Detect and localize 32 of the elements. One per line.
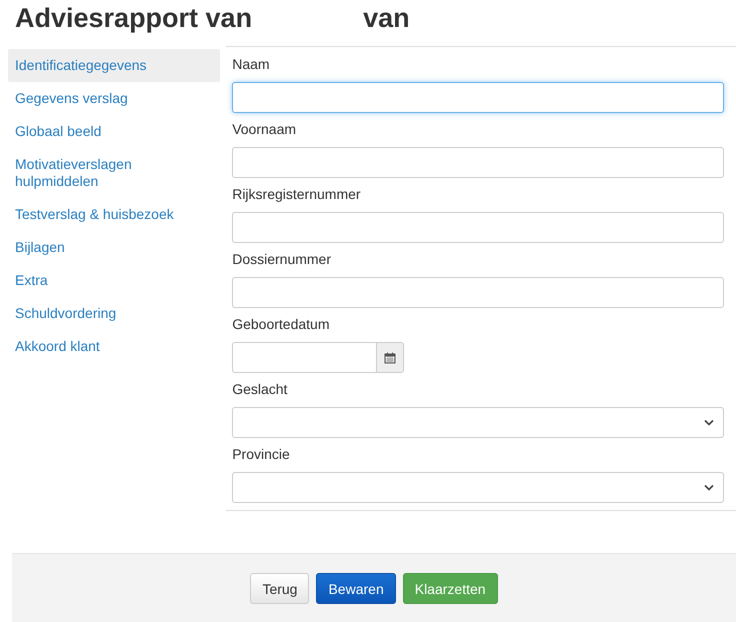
input-field[interactable] — [232, 277, 724, 308]
input-field[interactable] — [232, 147, 724, 178]
field-label: Geboortedatum — [232, 316, 330, 333]
date-field[interactable] — [232, 342, 378, 373]
chevron-down-icon — [704, 419, 714, 426]
sidebar-item[interactable]: Globaal beeld — [8, 115, 220, 148]
sidebar-item[interactable]: Schuldvordering — [8, 297, 220, 330]
action-button[interactable]: Bewaren — [316, 573, 396, 604]
action-button[interactable]: Klaarzetten — [402, 573, 498, 604]
input-field[interactable] — [232, 82, 724, 113]
sidebar-item[interactable]: Motivatieverslagen hulpmiddelen — [8, 148, 220, 198]
page-title: van — [363, 3, 410, 34]
sidebar-item[interactable]: Gegevens verslag — [8, 82, 220, 115]
field-label: Provincie — [232, 446, 291, 463]
calendar-icon — [384, 352, 396, 364]
field-label: Naam — [232, 56, 271, 73]
action-button[interactable]: Terug — [250, 573, 310, 604]
select-dropdown[interactable] — [232, 407, 724, 438]
chevron-down-icon — [704, 484, 714, 491]
sidebar-item[interactable]: Identificatiegegevens — [8, 49, 220, 82]
select-dropdown[interactable] — [232, 472, 724, 503]
field-label: Rijksregisternummer — [232, 186, 362, 203]
sidebar-item[interactable]: Bijlagen — [8, 231, 220, 264]
input-field[interactable] — [232, 212, 724, 243]
field-label: Geslacht — [232, 381, 288, 398]
sidebar-item[interactable]: Extra — [8, 264, 220, 297]
calendar-button[interactable] — [377, 342, 404, 373]
field-label: Dossiernummer — [232, 251, 332, 268]
sidebar-item[interactable]: Testverslag & huisbezoek — [8, 198, 220, 231]
field-label: Voornaam — [232, 121, 298, 138]
page-title: Adviesrapport van — [15, 3, 252, 34]
sidebar-item[interactable]: Akkoord klant — [8, 330, 220, 363]
